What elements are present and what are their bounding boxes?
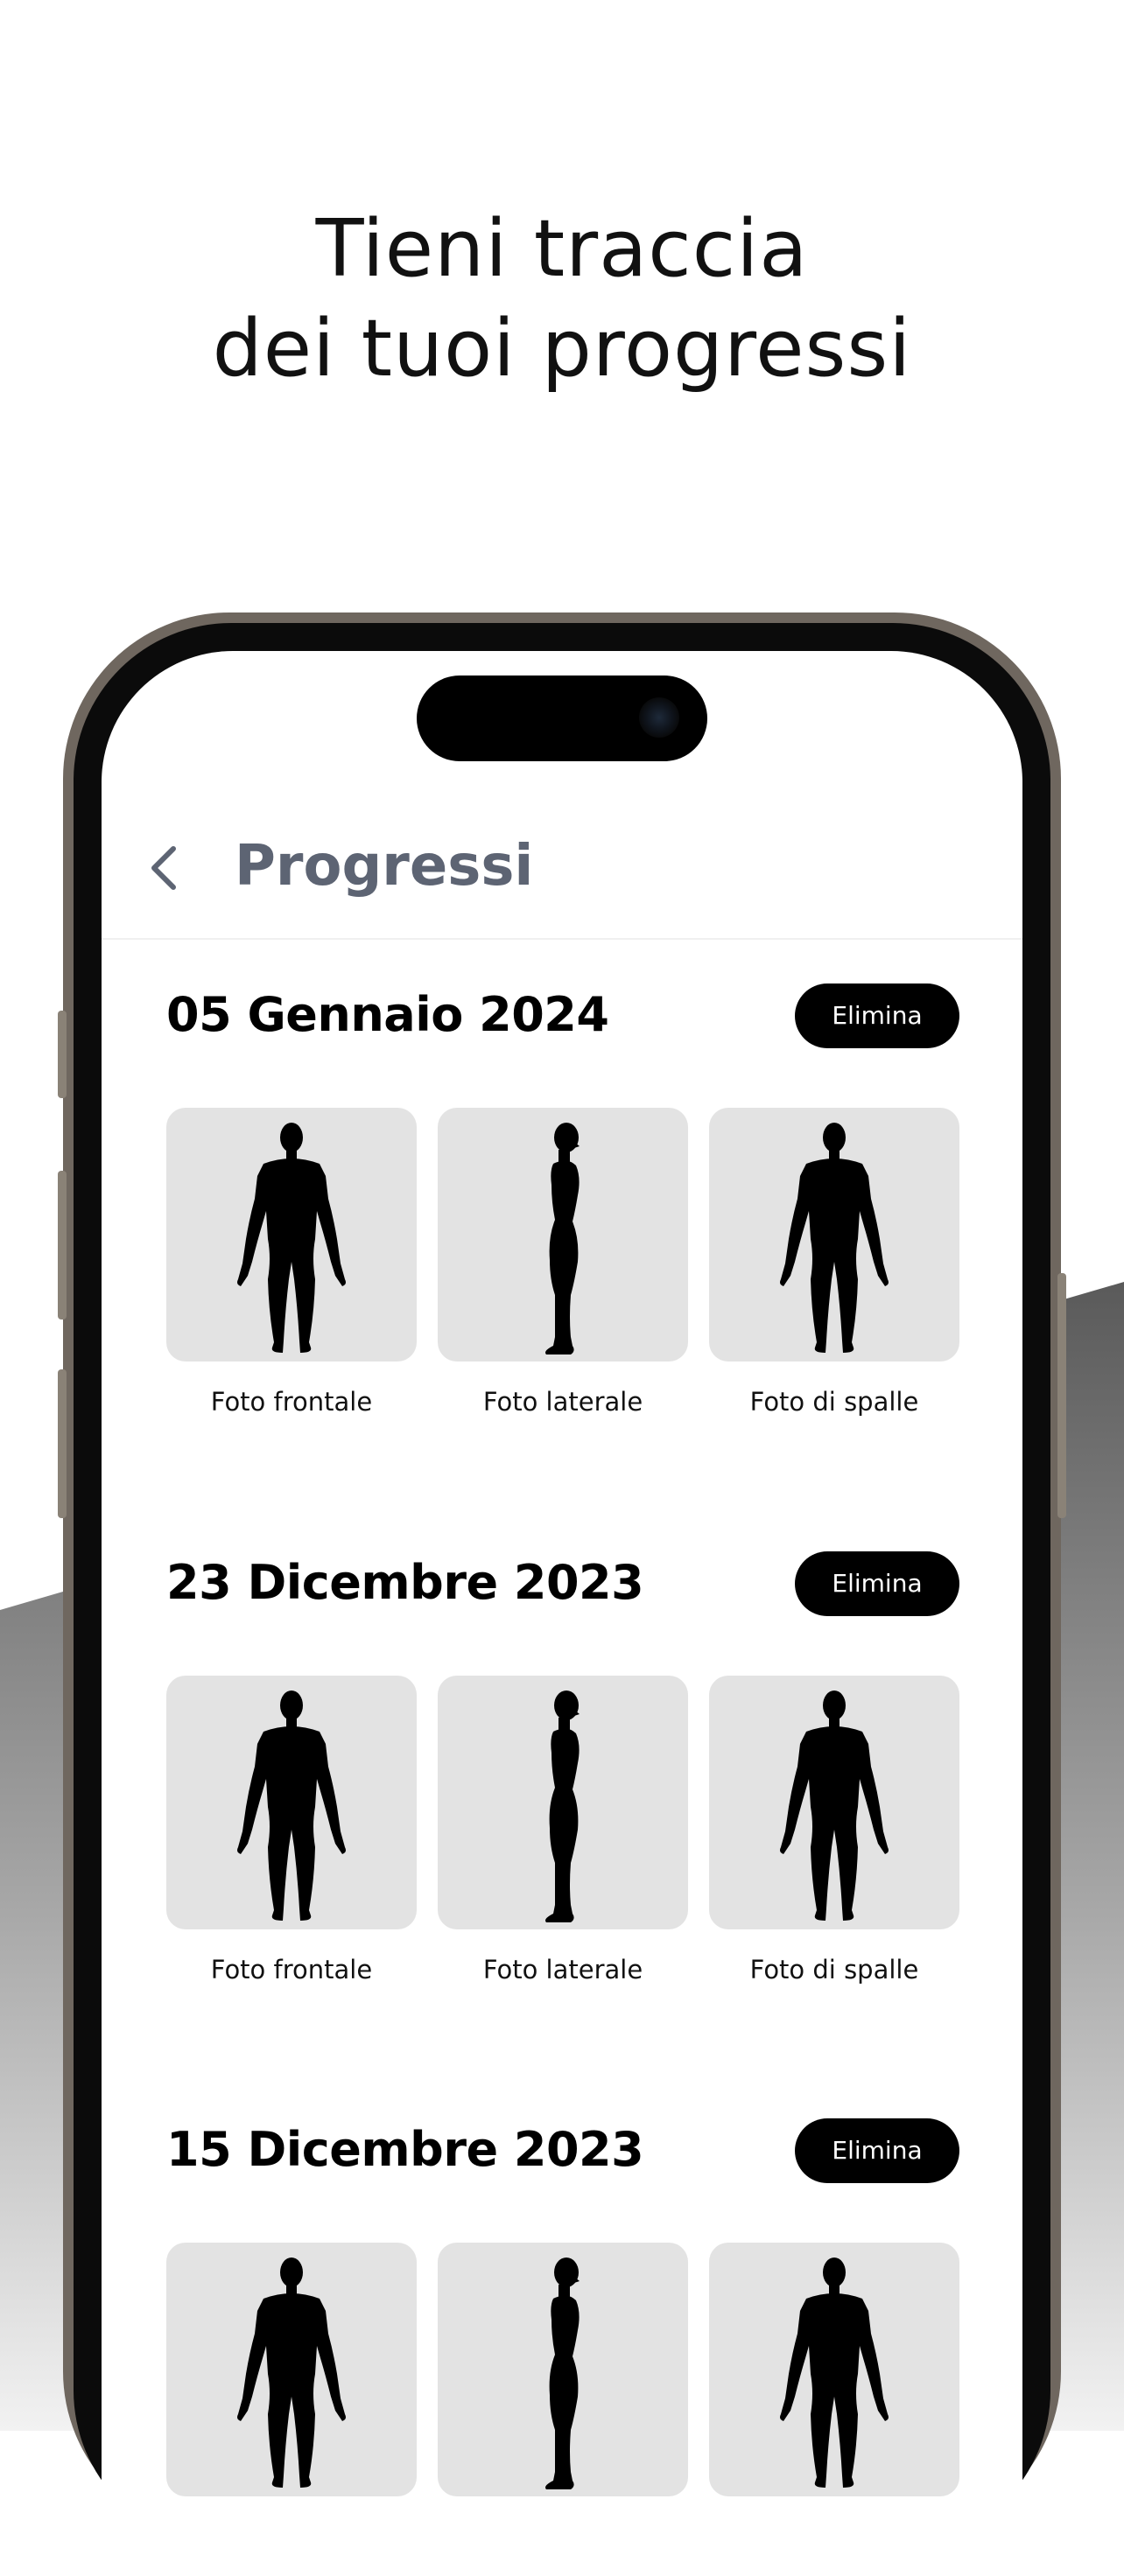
phone-action-button: [58, 1011, 67, 1098]
photo-front-card[interactable]: [166, 1108, 417, 1362]
phone-screen: Progressi 05 Gennaio 2024 Elimina Foto f…: [102, 651, 1022, 2576]
headline-line-2: dei tuoi progressi: [212, 303, 912, 395]
photo-side-card[interactable]: [438, 2243, 688, 2496]
page-title: Progressi: [235, 834, 534, 899]
phone-volume-down-button: [58, 1369, 67, 1518]
phone-power-button: [1057, 1273, 1066, 1518]
body-side-silhouette-icon: [545, 1123, 580, 1354]
headline: Tieni traccia dei tuoi progressi: [0, 200, 1124, 399]
phone-volume-up-button: [58, 1171, 67, 1320]
body-back-silhouette-icon: [780, 2258, 889, 2488]
camera-icon: [639, 697, 679, 738]
entry-date: 05 Gennaio 2024: [166, 987, 609, 1042]
body-side-silhouette-icon: [545, 2258, 580, 2489]
entry-date: 15 Dicembre 2023: [166, 2122, 644, 2177]
photo-side-card[interactable]: [438, 1108, 688, 1362]
back-button[interactable]: [142, 842, 187, 894]
photo-front-card[interactable]: [166, 2243, 417, 2496]
photo-side-card[interactable]: [438, 1676, 688, 1929]
progress-entry: 23 Dicembre 2023 Elimina Foto frontale F…: [102, 1548, 1022, 2090]
photo-back-label: Foto di spalle: [749, 1387, 919, 1417]
photo-back-card[interactable]: [709, 1108, 959, 1362]
photo-front-card[interactable]: [166, 1676, 417, 1929]
photo-back-card[interactable]: [709, 1676, 959, 1929]
delete-button[interactable]: Elimina: [795, 2118, 959, 2183]
delete-button[interactable]: Elimina: [795, 984, 959, 1048]
progress-entry: 05 Gennaio 2024 Elimina Foto frontale Fo…: [102, 980, 1022, 1522]
headline-line-1: Tieni traccia: [315, 203, 809, 295]
progress-entry: 15 Dicembre 2023 Elimina: [102, 2115, 1022, 2576]
body-side-silhouette-icon: [545, 1690, 580, 1922]
photo-back-label: Foto di spalle: [749, 1955, 919, 1984]
chevron-left-icon: [151, 846, 176, 890]
body-back-silhouette-icon: [780, 1690, 889, 1921]
body-front-silhouette-icon: [237, 2258, 346, 2488]
photo-back-card[interactable]: [709, 2243, 959, 2496]
photo-side-label: Foto laterale: [482, 1387, 643, 1417]
photo-front-label: Foto frontale: [210, 1387, 373, 1417]
entry-date: 23 Dicembre 2023: [166, 1555, 644, 1610]
body-back-silhouette-icon: [780, 1123, 889, 1353]
delete-button[interactable]: Elimina: [795, 1551, 959, 1616]
photo-front-label: Foto frontale: [210, 1955, 373, 1984]
body-front-silhouette-icon: [237, 1123, 346, 1353]
photo-side-label: Foto laterale: [482, 1955, 643, 1984]
body-front-silhouette-icon: [237, 1690, 346, 1921]
